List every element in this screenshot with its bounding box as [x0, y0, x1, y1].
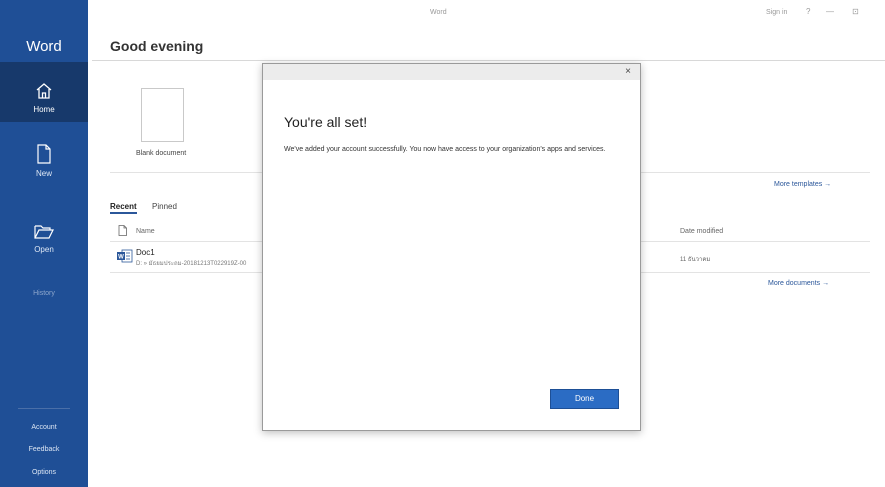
maximize-button[interactable]: ⊡	[852, 7, 859, 16]
tab-pinned[interactable]: Pinned	[152, 202, 177, 211]
account-added-dialog: × You're all set! We've added your accou…	[262, 63, 641, 431]
file-icon	[118, 225, 127, 236]
column-header-name[interactable]: Name	[136, 228, 155, 235]
sidebar-item-home[interactable]: Home	[0, 62, 88, 122]
document-date: 11 ธันวาคม	[680, 257, 711, 263]
page-title: Good evening	[110, 38, 204, 54]
document-title: Doc1	[136, 248, 155, 257]
home-icon	[36, 83, 52, 99]
minimize-button[interactable]: —	[826, 7, 834, 16]
sidebar-item-label: Home	[33, 105, 55, 114]
column-header-date[interactable]: Date modified	[680, 228, 723, 235]
header-divider	[92, 60, 885, 61]
help-icon[interactable]: ?	[806, 7, 810, 16]
dialog-title: You're all set!	[284, 114, 368, 130]
sidebar-item-label: New	[35, 169, 52, 178]
account-link[interactable]: Account	[0, 424, 88, 431]
svg-text:W: W	[118, 255, 124, 261]
more-templates-link[interactable]: More templates →	[774, 181, 831, 188]
sidebar-item-open[interactable]: Open	[0, 218, 88, 268]
done-button[interactable]: Done	[550, 389, 619, 409]
sidebar-item-label: Open	[34, 245, 54, 254]
app-name: Word	[26, 38, 62, 55]
new-document-icon	[37, 144, 51, 164]
dialog-titlebar	[263, 64, 640, 80]
sidebar-item-new[interactable]: New	[0, 142, 88, 192]
sidebar: Word Home New Open History Account Feedb…	[0, 0, 88, 487]
sign-in-link[interactable]: Sign in	[766, 9, 787, 16]
folder-icon	[34, 225, 54, 239]
blank-document-template[interactable]	[141, 88, 184, 142]
sidebar-divider	[18, 408, 70, 409]
more-documents-link[interactable]: More documents →	[768, 280, 829, 287]
close-icon[interactable]: ×	[625, 66, 631, 77]
dialog-message: We've added your account successfully. Y…	[284, 146, 606, 153]
window-title: Word	[430, 9, 447, 16]
sidebar-item-history[interactable]: History	[0, 290, 88, 297]
document-path: D: » มัธยมประถม-20181213T022919Z-00	[136, 261, 247, 267]
options-link[interactable]: Options	[0, 469, 88, 476]
blank-document-label[interactable]: Blank document	[136, 150, 186, 157]
word-document-icon: W	[117, 249, 133, 263]
feedback-link[interactable]: Feedback	[0, 446, 88, 453]
tab-recent[interactable]: Recent	[110, 202, 137, 214]
